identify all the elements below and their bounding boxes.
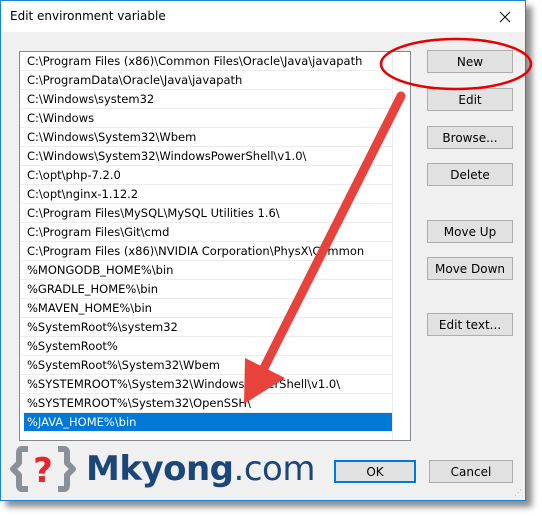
cancel-button[interactable]: Cancel <box>429 460 513 483</box>
list-item[interactable]: C:\Program Files\Git\cmd <box>20 223 392 242</box>
list-column-divider <box>392 52 393 440</box>
list-item[interactable]: C:\Windows\System32\WindowsPowerShell\v1… <box>20 147 392 166</box>
path-list[interactable]: C:\Program Files (x86)\Common Files\Orac… <box>19 51 411 441</box>
list-item[interactable]: C:\Program Files (x86)\Common Files\Orac… <box>20 52 392 71</box>
delete-button[interactable]: Delete <box>427 163 513 186</box>
list-item[interactable]: C:\Windows\system32 <box>20 90 392 109</box>
move-up-button[interactable]: Move Up <box>427 220 513 243</box>
mkyong-watermark: ? Mkyong.com <box>10 446 315 492</box>
list-item[interactable]: %SystemRoot%\system32 <box>20 318 392 337</box>
brand-name: Mkyong.com <box>86 449 315 489</box>
resize-grip-icon[interactable]: ⋰ <box>514 488 522 497</box>
list-item-selected[interactable]: %JAVA_HOME%\bin <box>24 413 392 432</box>
list-item[interactable]: C:\opt\nginx-1.12.2 <box>20 185 392 204</box>
close-button[interactable] <box>485 1 525 32</box>
list-item[interactable]: %MAVEN_HOME%\bin <box>20 299 392 318</box>
move-down-button[interactable]: Move Down <box>427 257 513 280</box>
svg-text:?: ? <box>33 451 53 491</box>
close-icon <box>499 11 511 22</box>
new-button[interactable]: New <box>427 50 513 73</box>
edit-env-variable-dialog: Edit environment variable C:\Program Fil… <box>0 0 526 501</box>
list-item[interactable]: C:\ProgramData\Oracle\Java\javapath <box>20 71 392 90</box>
list-item[interactable]: C:\Program Files\MySQL\MySQL Utilities 1… <box>20 204 392 223</box>
list-item[interactable]: %GRADLE_HOME%\bin <box>20 280 392 299</box>
window-title: Edit environment variable <box>10 9 166 23</box>
list-item[interactable]: %SystemRoot% <box>20 337 392 356</box>
browse-button[interactable]: Browse... <box>427 126 513 149</box>
title-bar: Edit environment variable <box>1 1 525 32</box>
list-item[interactable]: %SYSTEMROOT%\System32\WindowsPowerShell\… <box>20 375 392 394</box>
list-item[interactable]: C:\Windows\System32\Wbem <box>20 128 392 147</box>
edit-button[interactable]: Edit <box>427 88 513 111</box>
list-item[interactable]: %SystemRoot%\System32\Wbem <box>20 356 392 375</box>
list-item[interactable]: %SYSTEMROOT%\System32\OpenSSH\ <box>20 394 392 413</box>
list-item[interactable]: %MONGODB_HOME%\bin <box>20 261 392 280</box>
edit-text-button[interactable]: Edit text... <box>427 313 513 336</box>
ok-button[interactable]: OK <box>334 460 416 483</box>
list-item[interactable]: C:\Program Files (x86)\NVIDIA Corporatio… <box>20 242 392 261</box>
list-item[interactable]: C:\opt\php-7.2.0 <box>20 166 392 185</box>
list-item[interactable]: C:\Windows <box>20 109 392 128</box>
question-braces-logo-icon: ? <box>10 446 76 492</box>
